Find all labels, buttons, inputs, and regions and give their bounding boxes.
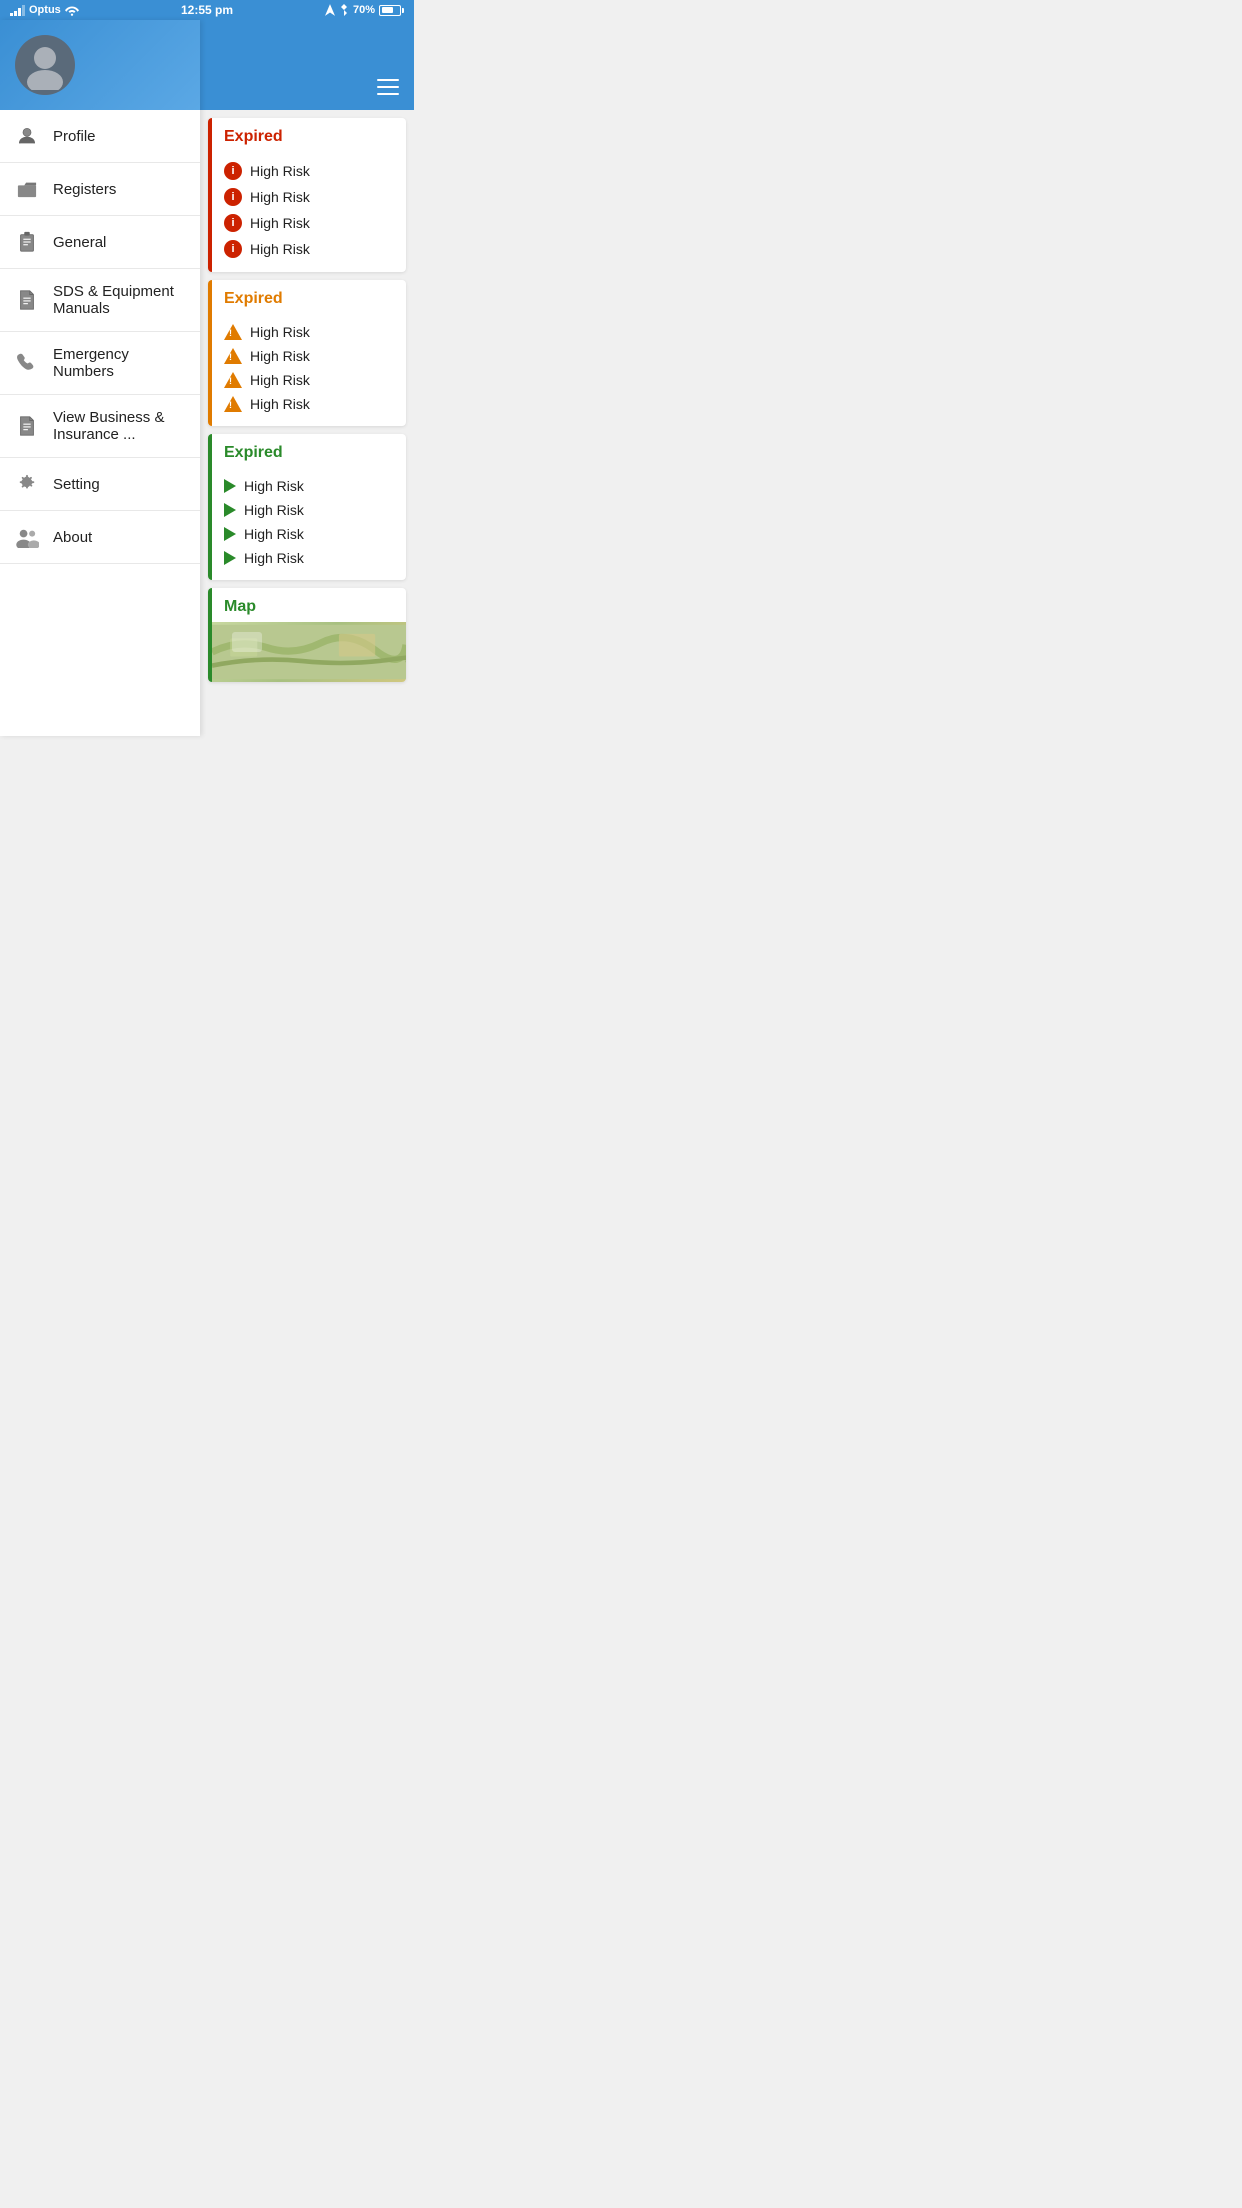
warning-icon-orange xyxy=(224,324,242,340)
sidebar-item-general[interactable]: General xyxy=(0,216,200,269)
list-item[interactable]: High Risk xyxy=(224,320,394,344)
list-item[interactable]: High Risk xyxy=(224,368,394,392)
map-image xyxy=(212,622,406,682)
hamburger-menu[interactable] xyxy=(377,79,399,95)
list-item[interactable]: High Risk xyxy=(224,498,394,522)
info-icon-red: i xyxy=(224,240,242,258)
sidebar-item-business[interactable]: View Business & Insurance ... xyxy=(0,395,200,458)
list-item[interactable]: High Risk xyxy=(224,474,394,498)
card-header-green: Expired xyxy=(208,434,406,468)
card-body-green: High Risk High Risk High Risk High Risk xyxy=(208,468,406,580)
risk-label: High Risk xyxy=(250,348,310,364)
general-label: General xyxy=(53,234,106,251)
risk-label: High Risk xyxy=(250,189,310,205)
gear-icon xyxy=(15,472,39,496)
warning-icon-orange xyxy=(224,396,242,412)
right-panel: Expired i High Risk i High Risk i High R… xyxy=(200,20,414,736)
cards-container: Expired i High Risk i High Risk i High R… xyxy=(200,110,414,690)
setting-label: Setting xyxy=(53,476,100,493)
registers-label: Registers xyxy=(53,181,116,198)
person-group-icon xyxy=(15,525,39,549)
map-label: Map xyxy=(224,598,256,615)
risk-label: High Risk xyxy=(244,550,304,566)
card-header-orange: Expired xyxy=(208,280,406,314)
phone-icon xyxy=(15,351,39,375)
map-header: Map xyxy=(208,588,406,622)
person-icon xyxy=(15,124,39,148)
info-icon-red: i xyxy=(224,162,242,180)
list-item[interactable]: High Risk xyxy=(224,546,394,570)
risk-label: High Risk xyxy=(250,241,310,257)
play-icon-green xyxy=(224,479,236,493)
list-item[interactable]: High Risk xyxy=(224,522,394,546)
warning-icon-orange xyxy=(224,372,242,388)
risk-label: High Risk xyxy=(244,478,304,494)
risk-label: High Risk xyxy=(250,163,310,179)
status-bar: Optus 12:55 pm 70% xyxy=(0,0,414,20)
battery-label: 70% xyxy=(353,4,375,16)
time-label: 12:55 pm xyxy=(181,3,233,17)
risk-label: High Risk xyxy=(250,396,310,412)
app-container: Profile Registers xyxy=(0,20,414,736)
sidebar-item-setting[interactable]: Setting xyxy=(0,458,200,511)
clipboard-icon xyxy=(15,230,39,254)
sidebar-item-about[interactable]: About xyxy=(0,511,200,564)
info-icon-red: i xyxy=(224,214,242,232)
emergency-label: Emergency Numbers xyxy=(53,346,185,380)
sidebar-menu: Profile Registers xyxy=(0,110,200,736)
sidebar-header xyxy=(0,20,200,110)
about-label: About xyxy=(53,529,92,546)
sidebar-item-profile[interactable]: Profile xyxy=(0,110,200,163)
status-right: 70% xyxy=(325,4,404,16)
card-body-orange: High Risk High Risk High Risk High Risk xyxy=(208,314,406,426)
list-item[interactable]: i High Risk xyxy=(224,210,394,236)
expired-label-orange: Expired xyxy=(224,290,283,307)
expired-label-green: Expired xyxy=(224,444,283,461)
list-item[interactable]: High Risk xyxy=(224,344,394,368)
business-label: View Business & Insurance ... xyxy=(53,409,185,443)
expired-label-red: Expired xyxy=(224,128,283,145)
right-topbar xyxy=(200,20,414,110)
list-item[interactable]: i High Risk xyxy=(224,236,394,262)
bluetooth-icon xyxy=(339,4,349,16)
document2-icon xyxy=(15,414,39,438)
risk-label: High Risk xyxy=(244,526,304,542)
sds-label: SDS & Equipment Manuals xyxy=(53,283,185,317)
expired-card-red: Expired i High Risk i High Risk i High R… xyxy=(208,118,406,272)
list-item[interactable]: i High Risk xyxy=(224,158,394,184)
folder-icon xyxy=(15,177,39,201)
battery-icon xyxy=(379,5,404,16)
carrier-label: Optus xyxy=(29,4,61,16)
risk-label: High Risk xyxy=(244,502,304,518)
play-icon-green xyxy=(224,551,236,565)
play-icon-green xyxy=(224,503,236,517)
play-icon-green xyxy=(224,527,236,541)
sidebar: Profile Registers xyxy=(0,20,200,736)
risk-label: High Risk xyxy=(250,372,310,388)
signal-icon xyxy=(10,4,25,16)
sidebar-item-registers[interactable]: Registers xyxy=(0,163,200,216)
warning-icon-orange xyxy=(224,348,242,364)
map-preview[interactable] xyxy=(208,622,406,682)
card-body-red: i High Risk i High Risk i High Risk i Hi… xyxy=(208,152,406,272)
risk-label: High Risk xyxy=(250,324,310,340)
location-icon xyxy=(325,4,335,16)
map-card: Map xyxy=(208,588,406,682)
avatar xyxy=(15,35,75,95)
list-item[interactable]: i High Risk xyxy=(224,184,394,210)
expired-card-orange: Expired High Risk High Risk High Risk xyxy=(208,280,406,426)
sidebar-item-emergency[interactable]: Emergency Numbers xyxy=(0,332,200,395)
profile-label: Profile xyxy=(53,128,96,145)
document-icon xyxy=(15,288,39,312)
list-item[interactable]: High Risk xyxy=(224,392,394,416)
info-icon-red: i xyxy=(224,188,242,206)
status-left: Optus xyxy=(10,4,79,16)
expired-card-green: Expired High Risk High Risk High Risk xyxy=(208,434,406,580)
wifi-icon xyxy=(65,4,79,16)
sidebar-item-sds[interactable]: SDS & Equipment Manuals xyxy=(0,269,200,332)
risk-label: High Risk xyxy=(250,215,310,231)
card-header-red: Expired xyxy=(208,118,406,152)
